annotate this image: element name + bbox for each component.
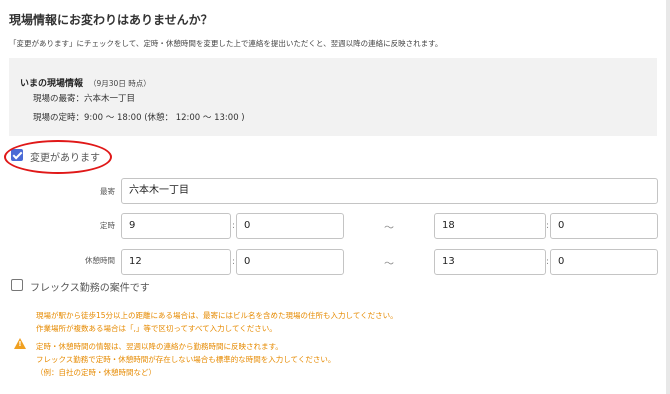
hours-start-min-input[interactable]: 0 [236, 213, 344, 239]
note-flex-hours: フレックス勤務で定時・休憩時間が存在しない場合も標準的な時間を入力してください。 [36, 355, 336, 364]
flex-checkbox-label[interactable]: フレックス勤務の案件です [30, 279, 150, 294]
hours-end-hour-input[interactable]: 18 [434, 213, 546, 239]
break-start-colon: : [232, 257, 236, 267]
hours-start-colon: : [232, 221, 236, 231]
note-station-distance: 現場が駅から徒歩15分以上の距離にある場合は、最寄にはビル名を含めた現場の住所も… [36, 311, 398, 320]
break-end-hour-input[interactable]: 13 [434, 249, 546, 275]
note-hours-reflection: 定時・休憩時間の情報は、翌週以降の連絡から勤務時間に反映されます。 [36, 342, 283, 351]
hours-tilde: ～ [384, 223, 394, 234]
hours-end-min-input[interactable]: 0 [550, 213, 658, 239]
station-label: 最寄 [100, 187, 115, 196]
break-end-colon: : [546, 257, 550, 267]
break-tilde: ～ [384, 259, 394, 270]
break-end-min-input[interactable]: 0 [550, 249, 658, 275]
highlight-circle [4, 140, 112, 174]
hours-end-colon: : [546, 221, 550, 231]
current-info-box: いまの現場情報 （9月30日 時点） 現場の最寄：六本木一丁目 現場の定時：9:0… [9, 58, 657, 136]
current-working-hours: 現場の定時：9:00 ～ 18:00 (休憩： 12:00 ～ 13:00 ) [33, 113, 245, 123]
current-info-date: （9月30日 時点） [89, 79, 151, 88]
note-multiple-locations: 作業場所が複数ある場合は「,」等で区切ってすべて入力してください。 [36, 324, 277, 333]
current-info-header: いまの現場情報 （9月30日 時点） [20, 71, 151, 90]
page-description: 「変更があります」にチェックをして、定時・休憩時間を変更した上で連絡を提出いただ… [9, 39, 443, 48]
break-start-hour-input[interactable]: 12 [121, 249, 231, 275]
page-title: 現場情報にお変わりはありませんか？ [9, 13, 213, 27]
current-nearest-station: 現場の最寄：六本木一丁目 [33, 94, 136, 104]
hours-start-hour-input[interactable]: 9 [121, 213, 231, 239]
scrollbar[interactable] [666, 0, 670, 394]
break-label: 休憩時間 [85, 256, 115, 265]
station-input[interactable]: 六本木一丁目 [121, 178, 658, 204]
break-start-min-input[interactable]: 0 [236, 249, 344, 275]
flex-checkbox[interactable] [11, 279, 23, 291]
current-info-heading: いまの現場情報 [20, 79, 84, 89]
warning-icon-mark: ! [18, 340, 22, 348]
note-example: （例：自社の定時・休憩時間など） [36, 368, 156, 377]
hours-label: 定時 [100, 221, 115, 230]
